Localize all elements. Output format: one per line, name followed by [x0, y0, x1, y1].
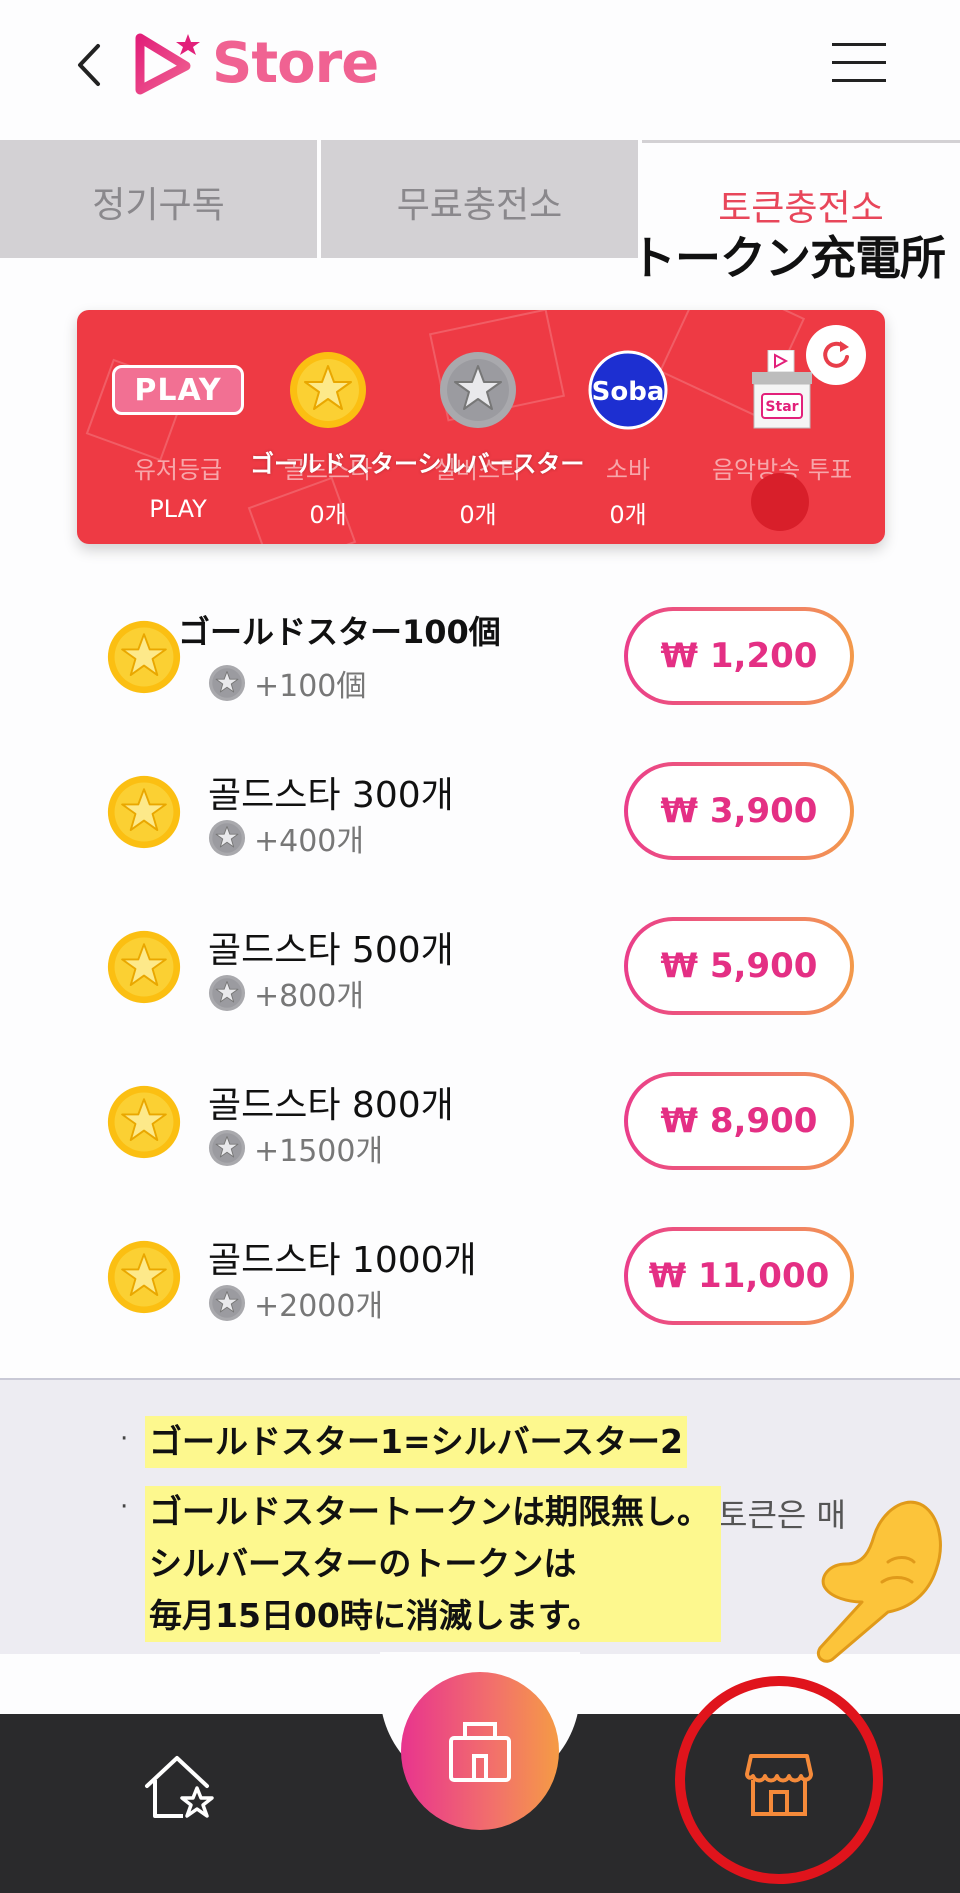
note-bullet: · [120, 1492, 129, 1522]
store-page: Store 정기구독 무료충전소 토큰충전소 トークン充電所 PLAY 유저등급… [0, 0, 960, 1893]
product-bonus: +1500개 [208, 1126, 383, 1170]
note-line: ゴールドスタートークンは期限無し。 [145, 1486, 721, 1538]
product-title: 골드스타 1000개 [208, 1240, 477, 1281]
product-row: 골드스타 1000개 +2000개 ₩ 11,000 [0, 1217, 960, 1327]
price-text: ₩ 5,900 [660, 946, 818, 986]
refresh-icon [823, 341, 849, 368]
balance-translation: ゴールドスターシルバースター [250, 450, 585, 478]
silver-star-icon [208, 1129, 246, 1167]
note-line: シルバースターのトークンは [145, 1538, 721, 1590]
highlight-circle [675, 1676, 883, 1884]
tab-subscription[interactable]: 정기구독 [0, 140, 317, 258]
product-bonus: +100個 [208, 661, 366, 705]
product-row: 골드스타 800개 +1500개 ₩ 8,900 [0, 1062, 960, 1172]
price-button[interactable]: ₩ 1,200 [624, 607, 854, 705]
brand-title: Store [212, 30, 379, 96]
price-button[interactable]: ₩ 5,900 [624, 917, 854, 1015]
hamburger-menu-icon[interactable] [832, 40, 886, 84]
back-arrow-icon[interactable] [70, 40, 110, 90]
logo-play-icon [135, 33, 200, 95]
gold-star-icon [107, 775, 181, 849]
product-row: ゴールドスター100個 +100個 ₩ 1,200 [0, 597, 960, 707]
refresh-button[interactable] [806, 325, 866, 385]
price-button[interactable]: ₩ 8,900 [624, 1072, 854, 1170]
ballot-box-icon: Star [752, 350, 812, 429]
pointing-hand-icon [817, 1500, 942, 1663]
header: Store [0, 0, 960, 140]
silver-star-icon [208, 1284, 246, 1322]
silver-star-icon [208, 974, 246, 1012]
price-text: ₩ 8,900 [660, 1101, 818, 1141]
play-badge: PLAY [112, 365, 244, 415]
product-row: 골드스타 500개 +800개 ₩ 5,900 [0, 907, 960, 1017]
balance-value: 0개 [309, 501, 347, 529]
gold-star-icon [107, 930, 181, 1004]
store-logo[interactable]: Store [130, 28, 379, 98]
product-title: 골드스타 800개 [208, 1085, 454, 1126]
vote-red-dot [751, 473, 809, 531]
price-button[interactable]: ₩ 11,000 [624, 1227, 854, 1325]
balance-col-soba: Soba 소바 0개 [553, 350, 703, 530]
product-row: 골드스타 300개 +400개 ₩ 3,900 [0, 752, 960, 862]
silver-star-icon [208, 664, 246, 702]
gold-star-icon [290, 352, 366, 428]
balance-col-gold-star: 골드스타 0개 [253, 350, 403, 530]
product-title: ゴールドスター100個 [178, 613, 501, 651]
balance-value: 0개 [609, 501, 647, 529]
price-button[interactable]: ₩ 3,900 [624, 762, 854, 860]
price-text: ₩ 3,900 [660, 791, 818, 831]
product-bonus-text: +800개 [254, 979, 364, 1014]
product-title: 골드스타 500개 [208, 930, 454, 971]
balance-col-silver-star: 실버스타 0개 [403, 350, 553, 530]
balance-value: PLAY [149, 495, 207, 523]
product-bonus: +2000개 [208, 1281, 383, 1325]
home-icon[interactable] [143, 1752, 217, 1822]
gold-star-icon [107, 1240, 181, 1314]
product-bonus: +400개 [208, 816, 364, 860]
note-line: 毎月15日00時に消滅します。 [145, 1590, 721, 1642]
product-bonus: +800개 [208, 971, 364, 1015]
product-bonus-text: +2000개 [254, 1289, 384, 1324]
note-bullet: · [120, 1424, 129, 1454]
soba-icon-text: Soba [592, 377, 665, 407]
balance-value: 0개 [459, 501, 497, 529]
price-text: ₩ 1,200 [660, 636, 818, 676]
product-title: 골드스타 300개 [208, 775, 454, 816]
silver-star-icon [440, 352, 516, 428]
tab-free-charge[interactable]: 무료충전소 [321, 140, 638, 258]
gold-star-icon [107, 1085, 181, 1159]
silver-star-icon [208, 819, 246, 857]
soba-icon: Soba [588, 350, 668, 430]
product-bonus-text: +100個 [254, 669, 367, 704]
product-bonus-text: +400개 [254, 824, 364, 859]
product-bonus-text: +1500개 [254, 1134, 384, 1169]
price-text: ₩ 11,000 [648, 1256, 830, 1296]
ballot-box-text: Star [765, 399, 798, 415]
store-center-icon [449, 1722, 511, 1782]
balance-label: 유저등급 [133, 456, 223, 484]
tab-token-charge-translation: トークン充電所 [630, 231, 946, 285]
store-center-button[interactable] [401, 1672, 559, 1830]
balance-col-user-grade: PLAY 유저등급 PLAY [103, 350, 253, 523]
note-line: ゴールドスター1=シルバースター2 [145, 1416, 687, 1468]
balance-card: PLAY 유저등급 PLAY 골드스타 0개 실버스타 0개 Soba 소바 0… [77, 310, 885, 544]
gold-star-icon [107, 620, 181, 694]
